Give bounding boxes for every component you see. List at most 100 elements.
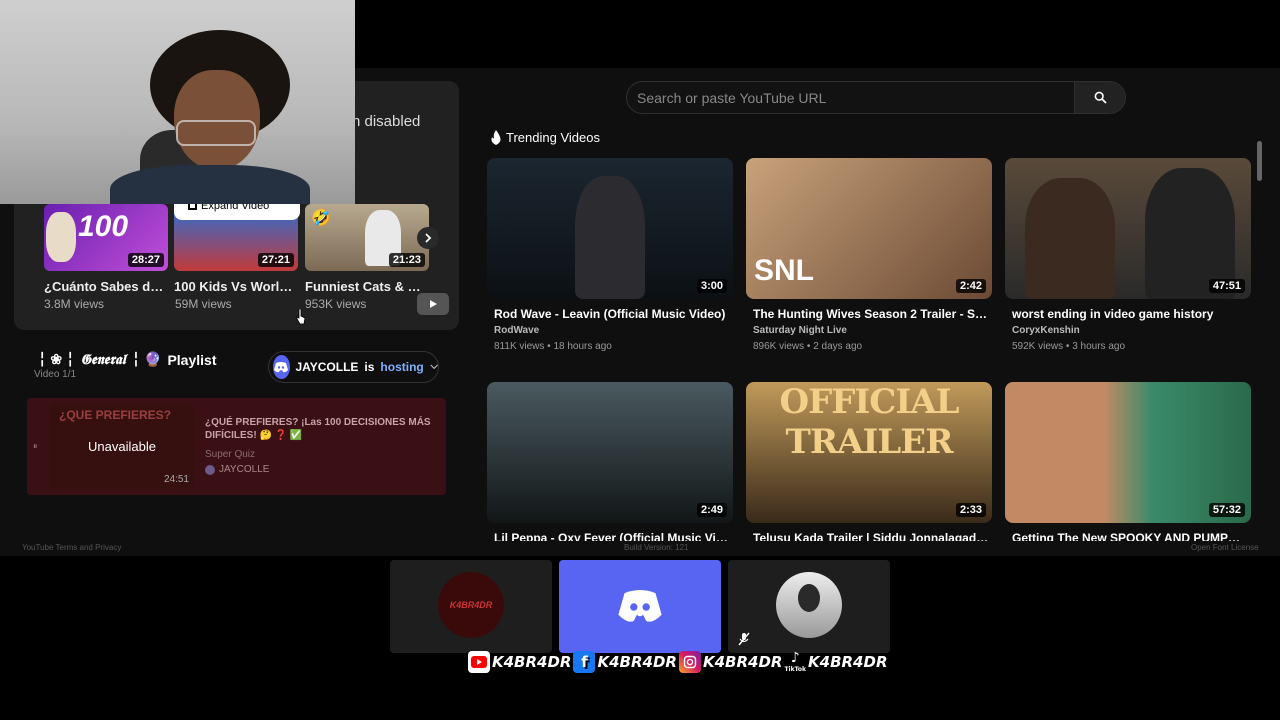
playlist-name: 𝕲𝖊𝖓𝖊𝖗𝖆𝖑: [80, 351, 126, 368]
video-meta: 592K views • 3 hours ago: [1012, 341, 1126, 352]
search-bar: [626, 81, 1126, 114]
instagram-icon: [678, 650, 701, 673]
added-by-name: JAYCOLLE: [219, 464, 270, 475]
stream-capture: n disabled 100 28:27 27:21 Expand Video …: [0, 0, 1280, 720]
video-title: The Hunting Wives Season 2 Trailer - SNL: [753, 307, 989, 321]
youtube-handle: K4BR4DR: [492, 652, 572, 671]
official-trailer-text: OFFICIAL TRAILER: [779, 382, 959, 462]
person-image: [575, 176, 645, 299]
discord-icon: [205, 464, 215, 475]
recommended-title[interactable]: ¿Cuánto Sabes de ...: [44, 279, 168, 294]
video-thumbnail: OFFICIAL TRAILER 2:33: [746, 382, 992, 523]
video-duration: 2:42: [955, 279, 986, 293]
video-thumbnail: 57:32: [1005, 382, 1251, 523]
mouse-cursor-icon: [296, 309, 306, 325]
recommended-title[interactable]: Funniest Cats & Do...: [305, 279, 429, 294]
video-count: Video 1/1: [34, 369, 77, 380]
scrollbar[interactable]: [1257, 141, 1262, 181]
playlist-item-channel: Super Quiz: [205, 449, 256, 460]
video-duration: 2:49: [696, 503, 727, 517]
trending-header: Trending Videos: [490, 130, 600, 145]
video-duration: 24:51: [163, 474, 189, 485]
instagram-handle: K4BR4DR: [702, 652, 783, 671]
avatar-person: [798, 584, 820, 612]
video-card[interactable]: SNL 2:42 The Hunting Wives Season 2 Trai…: [746, 158, 992, 352]
emoji-icon: 🤣: [311, 210, 331, 227]
video-title: Rod Wave - Leavin (Official Music Video): [494, 307, 726, 321]
social-handles: K4BR4DR f K4BR4DR K4BR4DR ♪ TikTok K4BR4D…: [468, 650, 888, 673]
video-duration: 47:51: [1208, 279, 1245, 293]
search-icon: [1094, 91, 1107, 104]
video-card[interactable]: 3:00 Rod Wave - Leavin (Official Music V…: [487, 158, 733, 352]
playlist-item-added-by: JAYCOLLE: [205, 464, 269, 475]
recommended-thumb[interactable]: 🤣 21:23: [305, 204, 429, 271]
video-channel: RodWave: [494, 325, 540, 336]
trending-title: Trending Videos: [506, 130, 600, 145]
video-card[interactable]: 57:32 Getting The New SPOOKY AND PUMPKY …: [1005, 382, 1251, 545]
video-duration: 21:23: [388, 253, 425, 267]
search-input[interactable]: [627, 82, 1074, 113]
video-duration: 57:32: [1208, 503, 1245, 517]
playlist-label: Playlist: [167, 351, 217, 368]
einstein-image: [46, 212, 76, 262]
search-button[interactable]: [1074, 82, 1125, 113]
video-card[interactable]: OFFICIAL TRAILER 2:33 Telusu Kada Traile…: [746, 382, 992, 545]
drag-handle-icon[interactable]: ⏸: [33, 441, 38, 452]
playlist-prefix: ╎ ❀ ╎: [38, 351, 75, 367]
call-tile[interactable]: [728, 560, 890, 653]
chevron-right-icon: [425, 233, 432, 243]
video-duration: 2:33: [955, 503, 986, 517]
call-tile[interactable]: K4BR4DR: [390, 560, 552, 653]
video-card[interactable]: 47:51 worst ending in video game history…: [1005, 158, 1251, 352]
video-channel: CoryxKenshin: [1012, 325, 1080, 336]
video-thumbnail: 2:49: [487, 382, 733, 523]
recommended-views: 3.8M views: [44, 297, 105, 311]
video-channel: Saturday Night Live: [753, 325, 847, 336]
call-tile-active[interactable]: [559, 560, 721, 653]
facebook-handle: K4BR4DR: [597, 652, 677, 671]
video-duration: 3:00: [696, 279, 727, 293]
video-thumbnail: SNL 2:42: [746, 158, 992, 299]
glasses-image: [176, 120, 256, 146]
youtube-icon[interactable]: [417, 293, 449, 315]
shirt-image: [110, 165, 310, 204]
tiktok-label: TikTok: [784, 666, 807, 673]
video-title: worst ending in video game history: [1012, 307, 1214, 321]
font-license-link[interactable]: Open Font License: [1191, 543, 1259, 552]
footer-terms-link[interactable]: YouTube Terms and Privacy: [22, 543, 121, 552]
recommended-views: 59M views: [175, 297, 232, 311]
playlist-item[interactable]: ⏸ ¿QUE PREFIERES? Unavailable 24:51 ¿QUÉ…: [27, 398, 446, 495]
host-dropdown[interactable]: JAYCOLLE is hosting: [268, 351, 439, 383]
build-version: Build Version: 121: [624, 543, 689, 552]
video-duration: 28:27: [127, 253, 164, 267]
youtube-icon: [468, 650, 490, 673]
host-status: hosting: [380, 360, 424, 374]
snl-logo: SNL: [754, 254, 814, 287]
mic-muted-icon: [738, 632, 750, 646]
recommended-thumb[interactable]: 100 28:27: [44, 204, 168, 271]
video-thumbnail: 47:51: [1005, 158, 1251, 299]
video-card[interactable]: 2:49 Lil Peppa - Oxy Fever (Official Mus…: [487, 382, 733, 545]
avatar: K4BR4DR: [438, 572, 504, 638]
player-disabled-text: n disabled: [352, 113, 421, 130]
video-thumbnail: 3:00: [487, 158, 733, 299]
host-is: is: [364, 360, 375, 374]
chevron-down-icon: [430, 364, 438, 370]
recommended-views: 953K views: [305, 297, 367, 311]
host-name: JAYCOLLE: [295, 360, 359, 374]
video-meta: 811K views • 18 hours ago: [494, 341, 612, 352]
playlist-item-thumb: ¿QUE PREFIERES? Unavailable 24:51: [49, 404, 195, 489]
discord-icon: [618, 589, 662, 622]
facebook-icon: f: [573, 650, 596, 673]
next-arrow-button[interactable]: [417, 227, 439, 249]
discord-icon: [273, 355, 290, 379]
playlist-title: ╎ ❀ ╎ 𝕲𝖊𝖓𝖊𝖗𝖆𝖑 ╎ 🔮 Playlist: [38, 351, 216, 368]
fire-icon: [491, 130, 501, 145]
footer-bar: [462, 541, 1280, 556]
recommended-title[interactable]: 100 Kids Vs World'...: [174, 279, 298, 294]
thumb-text: 100: [78, 210, 129, 243]
tiktok-icon: ♪ TikTok: [784, 650, 807, 673]
avatar-text: K4BR4DR: [449, 600, 493, 610]
tiktok-handle: K4BR4DR: [808, 652, 888, 671]
avatar: [776, 572, 842, 638]
